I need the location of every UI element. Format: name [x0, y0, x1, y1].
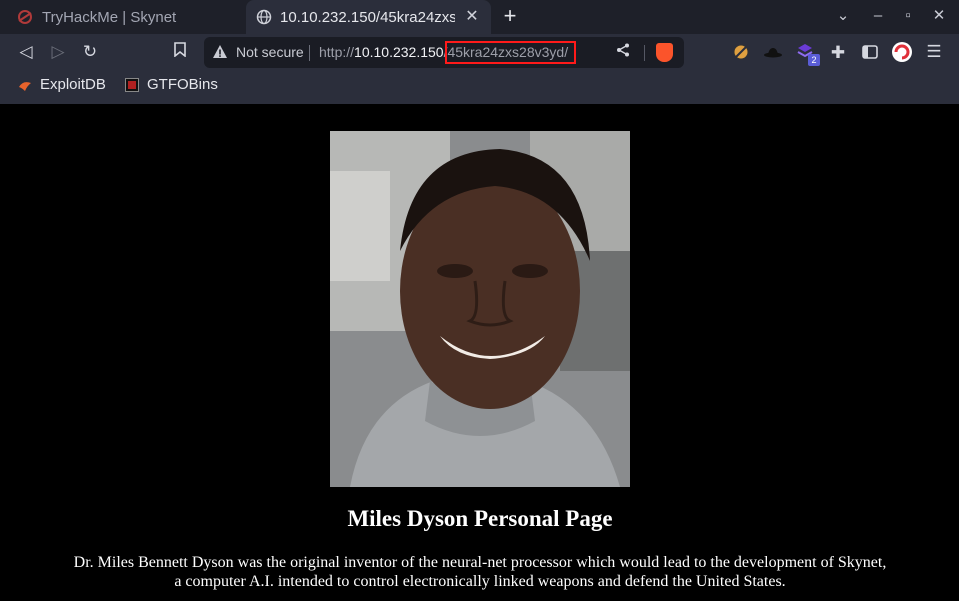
tab-active-page[interactable]: 10.10.232.150/45kra24zxs28v3yd/ ✕	[246, 0, 491, 34]
url-protocol: http://	[319, 44, 355, 60]
divider	[309, 45, 310, 61]
page-title: Miles Dyson Personal Page	[347, 506, 613, 531]
warning-icon[interactable]	[212, 44, 228, 60]
reload-icon[interactable]: ↻	[78, 40, 102, 64]
divider	[644, 45, 645, 61]
hat-extension-icon[interactable]	[763, 42, 783, 62]
bookmark-exploitdb[interactable]: ExploitDB	[18, 76, 106, 93]
globe-icon	[256, 9, 272, 25]
bio-paragraph: Dr. Miles Bennett Dyson was the original…	[5, 553, 955, 591]
chevron-down-icon[interactable]: ⌄	[832, 5, 854, 27]
forward-icon[interactable]: ▷	[46, 40, 70, 64]
extension-badge: 2	[808, 54, 820, 66]
security-label[interactable]: Not secure	[236, 44, 304, 60]
adblock-extension-icon[interactable]	[731, 42, 751, 62]
bookmarks-bar: ExploitDB GTFOBins	[0, 72, 959, 102]
url-host: 10.10.232.150	[354, 44, 444, 60]
back-icon[interactable]: ◁	[14, 40, 38, 64]
tryhackme-favicon-icon	[18, 10, 32, 24]
minimize-icon[interactable]: –	[867, 5, 889, 27]
bio-line: a computer A.I. intended to control elec…	[174, 573, 786, 590]
share-icon[interactable]	[614, 43, 632, 61]
address-bar[interactable]: Not secure http://10.10.232.150/45kra24z…	[204, 37, 684, 68]
new-tab-icon[interactable]: +	[500, 5, 520, 27]
extensions-puzzle-icon[interactable]: ✚	[826, 41, 850, 65]
gtfobins-icon	[125, 77, 139, 92]
sidebar-icon[interactable]	[860, 42, 880, 62]
close-tab-icon[interactable]: ✕	[463, 8, 481, 26]
brave-shields-icon[interactable]	[656, 43, 673, 62]
tab-tryhackme[interactable]: TryHackMe | Skynet	[0, 0, 245, 34]
tab-strip: TryHackMe | Skynet 10.10.232.150/45kra24…	[0, 0, 959, 34]
url-path-highlight	[445, 41, 576, 64]
miles-dyson-photo	[330, 131, 630, 487]
menu-icon[interactable]: ☰	[922, 40, 946, 64]
maximize-icon[interactable]: ▫	[897, 5, 919, 27]
bookmark-icon[interactable]	[168, 40, 192, 64]
page-content: Miles Dyson Personal Page Dr. Miles Benn…	[5, 104, 959, 601]
exploitdb-icon	[19, 81, 31, 91]
browser-chrome: TryHackMe | Skynet 10.10.232.150/45kra24…	[0, 0, 959, 104]
tab-title: TryHackMe | Skynet	[42, 8, 177, 26]
bio-line: Dr. Miles Bennett Dyson was the original…	[73, 554, 887, 571]
tab-title: 10.10.232.150/45kra24zxs28v3yd/	[280, 8, 455, 26]
close-window-icon[interactable]: ✕	[928, 5, 950, 27]
bookmark-label: ExploitDB	[40, 76, 106, 93]
bookmark-label: GTFOBins	[147, 76, 218, 93]
profile-avatar-icon[interactable]	[891, 41, 913, 63]
bookmark-gtfobins[interactable]: GTFOBins	[125, 76, 218, 93]
